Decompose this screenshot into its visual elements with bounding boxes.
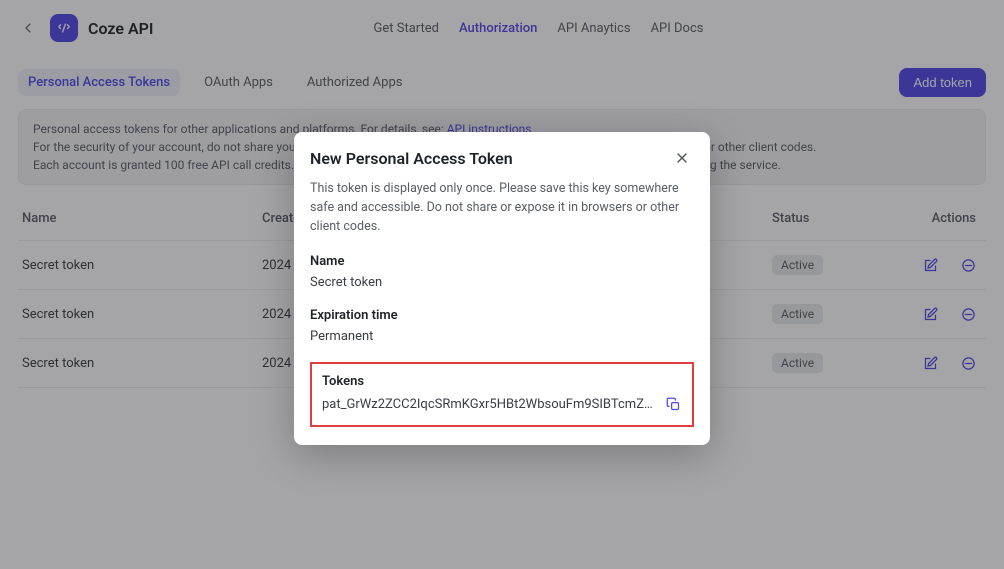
token-highlight-box: Tokens pat_GrWz2ZCC2IqcSRmKGxr5HBt2Wbsou… [310, 362, 694, 427]
field-expire-label: Expiration time [310, 308, 694, 323]
close-icon[interactable] [670, 146, 694, 170]
copy-icon[interactable] [664, 395, 682, 413]
field-tokens-label: Tokens [322, 374, 682, 389]
modal-hint: This token is displayed only once. Pleas… [310, 180, 694, 236]
field-name-value: Secret token [310, 275, 694, 290]
new-token-modal: New Personal Access Token This token is … [294, 132, 710, 445]
token-value: pat_GrWz2ZCC2IqcSRmKGxr5HBt2WbsouFm9SIBT… [322, 397, 658, 412]
modal-title: New Personal Access Token [310, 149, 670, 168]
field-name-label: Name [310, 254, 694, 269]
field-expire-value: Permanent [310, 329, 694, 344]
